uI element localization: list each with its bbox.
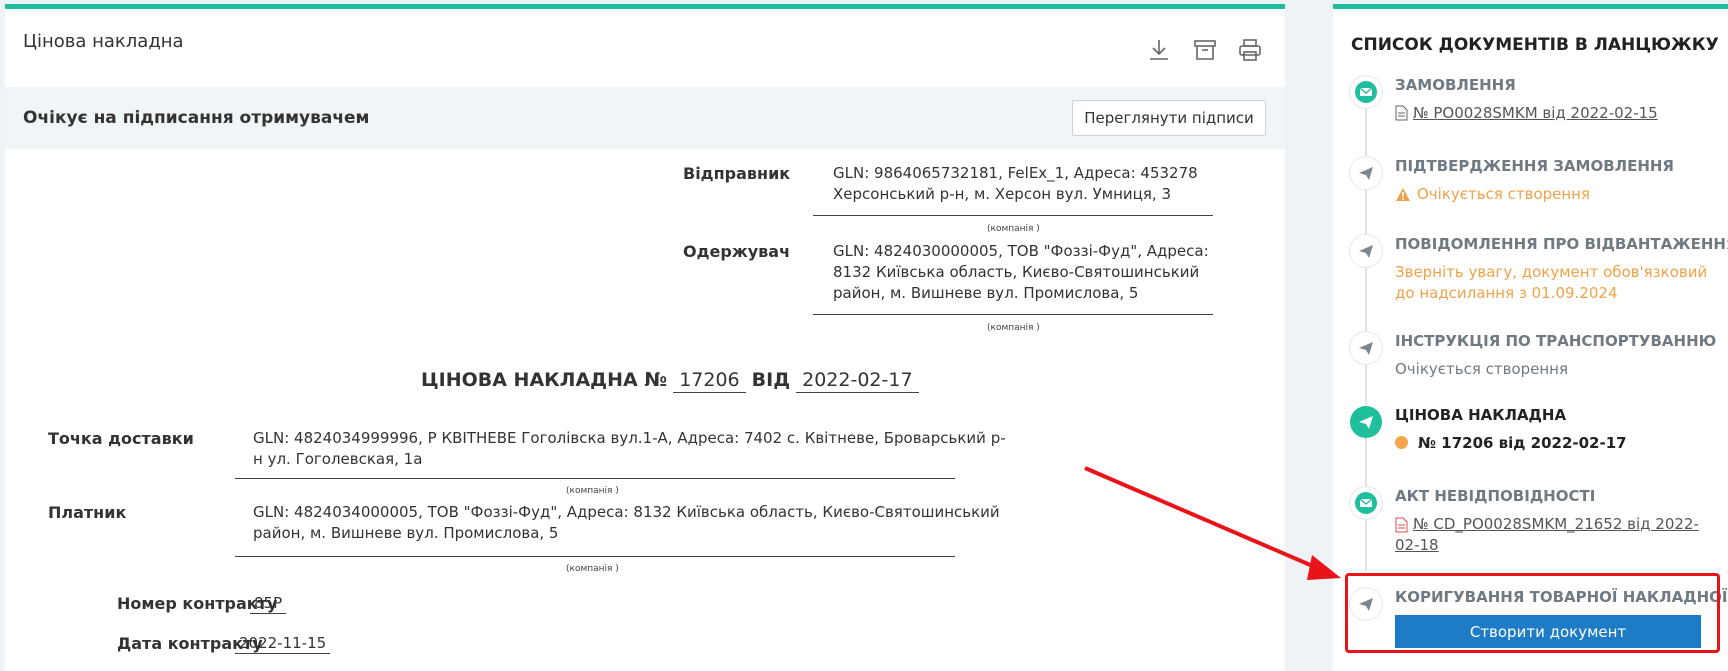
sender-label: Відправник bbox=[683, 164, 791, 183]
archive-icon[interactable] bbox=[1192, 37, 1218, 63]
contract-date-value: 2022-11-15 bbox=[235, 634, 331, 654]
delivery-point-caption: (компанія ) bbox=[566, 486, 619, 496]
step-title: ПОВІДОМЛЕННЯ ПРО ВІДВАНТАЖЕННЯ bbox=[1395, 235, 1728, 253]
receiver-value-line3: район, м. Вишневе вул. Промислова, 5 bbox=[833, 284, 1139, 302]
envelope-icon bbox=[1350, 76, 1382, 108]
delivery-point-underline bbox=[235, 478, 955, 479]
envelope-icon bbox=[1350, 487, 1382, 519]
step-title: ЗАМОВЛЕННЯ bbox=[1395, 76, 1516, 94]
step-warning-line1: Зверніть увагу, документ обов'язковий bbox=[1395, 263, 1708, 281]
sender-value-line2: Херсонський р-н, м. Херсон вул. Умниця, … bbox=[833, 185, 1171, 203]
contract-number-value: 85Р bbox=[250, 594, 287, 614]
act-document-link-line2[interactable]: 02-18 bbox=[1395, 535, 1439, 556]
send-icon bbox=[1350, 406, 1382, 438]
heading-from: ВІД bbox=[751, 369, 791, 391]
delivery-point-label: Точка доставки bbox=[48, 429, 194, 448]
download-icon[interactable] bbox=[1146, 37, 1172, 63]
act-document-link-line1[interactable]: № CD_PO0028SMKM_21652 від 2022- bbox=[1413, 514, 1699, 535]
step-title: ЦІНОВА НАКЛАДНА bbox=[1395, 406, 1567, 424]
step-note: Очікується створення bbox=[1395, 360, 1569, 378]
order-document-link[interactable]: № PO0028SMKM від 2022-02-15 bbox=[1413, 103, 1658, 124]
step-warning-text: Очікується створення bbox=[1417, 185, 1591, 203]
view-signatures-button[interactable]: Переглянути підписи bbox=[1072, 100, 1266, 136]
payer-value-line2: район, м. Вишневе вул. Промислова, 5 bbox=[253, 524, 559, 542]
current-document: № 17206 від 2022-02-17 bbox=[1395, 434, 1627, 452]
pdf-icon bbox=[1395, 517, 1408, 537]
payer-caption: (компанія ) bbox=[566, 564, 619, 574]
step-title: АКТ НЕВІДПОВІДНОСТІ bbox=[1395, 487, 1596, 505]
document-date: 2022-02-17 bbox=[796, 369, 919, 393]
heading-prefix: ЦІНОВА НАКЛАДНА № bbox=[421, 369, 668, 391]
send-icon bbox=[1350, 157, 1382, 189]
step-title: ІНСТРУКЦІЯ ПО ТРАНСПОРТУВАННЮ bbox=[1395, 332, 1717, 350]
highlight-box bbox=[1345, 573, 1720, 653]
document-panel: Цінова накладна Очікує на підписання отр… bbox=[5, 4, 1285, 671]
warning-icon bbox=[1395, 187, 1411, 206]
receiver-value-line2: 8132 Київська область, Києво-Святошинськ… bbox=[833, 263, 1200, 281]
status-bar: Очікує на підписання отримувачем Перегля… bbox=[5, 87, 1285, 149]
page-title: Цінова накладна bbox=[23, 31, 184, 52]
receiver-underline bbox=[813, 314, 1213, 315]
sender-caption: (компанія ) bbox=[987, 224, 1040, 234]
payer-underline bbox=[235, 556, 955, 557]
print-icon[interactable] bbox=[1237, 37, 1263, 63]
payer-value-line1: GLN: 4824034000005, ТОВ "Фоззі-Фуд", Адр… bbox=[253, 503, 1000, 521]
document-chain-sidebar: СПИСОК ДОКУМЕНТІВ В ЛАНЦЮЖКУ ЗАМОВЛЕННЯ … bbox=[1333, 4, 1728, 671]
current-document-text: № 17206 від 2022-02-17 bbox=[1418, 434, 1627, 452]
sidebar-title: СПИСОК ДОКУМЕНТІВ В ЛАНЦЮЖКУ bbox=[1351, 35, 1719, 55]
document-number: 17206 bbox=[673, 369, 746, 393]
sender-value-line1: GLN: 9864065732181, FelEx_1, Адреса: 453… bbox=[833, 164, 1198, 182]
document-icon bbox=[1395, 105, 1408, 125]
step-warning-line2: до надсилання з 01.09.2024 bbox=[1395, 284, 1618, 302]
status-dot bbox=[1395, 436, 1408, 449]
receiver-value-line1: GLN: 4824030000005, ТОВ "Фоззі-Фуд", Адр… bbox=[833, 242, 1209, 260]
receiver-label: Одержувач bbox=[683, 242, 791, 261]
send-icon bbox=[1350, 235, 1382, 267]
payer-label: Платник bbox=[48, 503, 127, 522]
document-heading: ЦІНОВА НАКЛАДНА № 17206 ВІД 2022-02-17 bbox=[421, 369, 925, 393]
receiver-caption: (компанія ) bbox=[987, 323, 1040, 333]
send-icon bbox=[1350, 332, 1382, 364]
delivery-point-value-line1: GLN: 4824034999996, Р КВІТНЕВЕ Гоголівск… bbox=[253, 429, 1006, 447]
status-text: Очікує на підписання отримувачем bbox=[23, 108, 370, 128]
delivery-point-value-line2: н ул. Гоголевская, 1а bbox=[253, 450, 423, 468]
sender-underline bbox=[813, 215, 1213, 216]
step-title: ПІДТВЕРДЖЕННЯ ЗАМОВЛЕННЯ bbox=[1395, 157, 1674, 175]
